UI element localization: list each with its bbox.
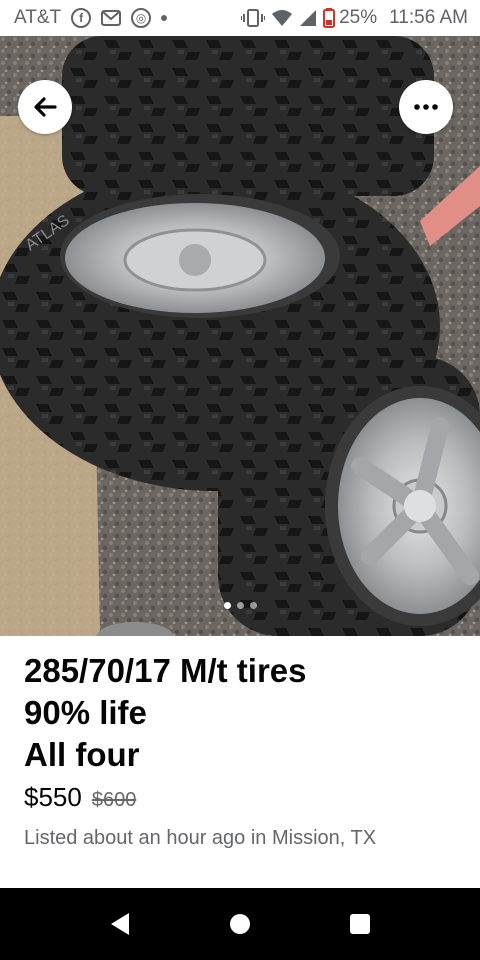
listing-title-line: All four <box>24 736 140 773</box>
carrier-label: AT&T <box>14 7 62 28</box>
back-button[interactable] <box>18 80 72 134</box>
more-options-button[interactable] <box>399 80 453 134</box>
arrow-left-icon <box>34 97 57 117</box>
back-icon <box>111 913 129 935</box>
listing-meta: Listed about an hour ago in Mission, TX <box>24 827 377 849</box>
recents-icon <box>350 914 370 934</box>
wifi-icon <box>271 9 293 27</box>
facebook-icon: f <box>71 8 92 28</box>
battery-indicator: 25% <box>323 7 377 29</box>
listing-title-line: 90% life <box>24 694 147 731</box>
battery-icon <box>323 8 336 28</box>
nav-back-button[interactable] <box>100 904 140 944</box>
battery-percent: 25% <box>339 7 378 28</box>
carousel-dot[interactable] <box>249 602 257 609</box>
carousel-dot[interactable] <box>223 602 231 609</box>
listing-photo[interactable]: ATLAS <box>0 36 480 636</box>
clock: 11:56 AM <box>389 7 468 28</box>
chrome-icon: ◎ <box>131 8 152 28</box>
dot-icon <box>161 15 168 21</box>
gmail-icon <box>101 10 122 26</box>
vibrate-icon <box>241 9 266 27</box>
carousel-indicator <box>0 602 480 609</box>
system-nav-bar <box>0 888 480 960</box>
signal-icon <box>299 9 317 27</box>
listing-title-line: 285/70/17 M/t tires <box>24 652 307 689</box>
nav-recents-button[interactable] <box>340 904 380 944</box>
carousel-dot[interactable] <box>236 602 244 609</box>
status-bar: AT&T f ◎ 25% 11:56 AM <box>0 0 480 36</box>
nav-home-button[interactable] <box>220 904 260 944</box>
listing-details: 285/70/17 M/t tires 90% life All four $5… <box>24 650 464 850</box>
listing-price: $550 <box>24 782 82 812</box>
ellipsis-icon <box>414 104 438 110</box>
original-price: $600 <box>91 789 137 811</box>
home-icon <box>230 914 250 934</box>
price-row: $550 $600 <box>24 782 464 813</box>
